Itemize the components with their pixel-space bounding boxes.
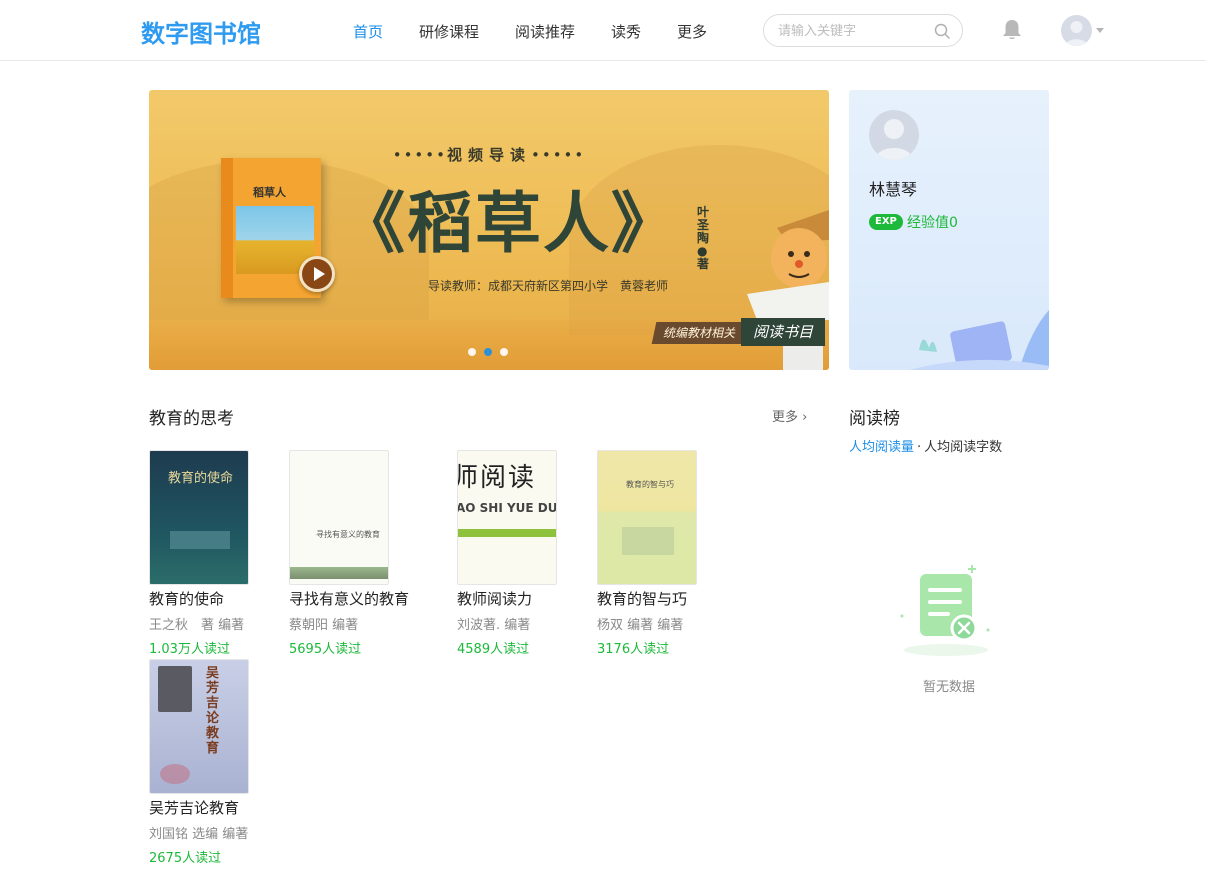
search-box — [763, 14, 963, 47]
book-cover[interactable]: 教育的使命 — [149, 450, 249, 585]
more-link[interactable]: 更多 › — [772, 406, 807, 425]
search-icon[interactable] — [934, 23, 950, 39]
hero-banner[interactable]: •••••视频导读••••• 《稻草人》 叶圣陶●著 导读教师：成都天府新区第四… — [149, 90, 829, 370]
avatar-placeholder-icon — [875, 119, 913, 160]
book-author: 王之秋 著 编著 — [149, 618, 245, 633]
book-card[interactable]: 吴芳吉论教育 吴芳吉论教育 刘国铭 选编 编著 2675人读过 — [149, 659, 279, 869]
cover-field-decoration — [290, 567, 388, 579]
empty-data-icon — [900, 565, 990, 656]
user-avatar-small[interactable] — [1061, 15, 1092, 46]
bell-icon[interactable] — [1001, 18, 1023, 42]
book-cover[interactable]: 吴芳吉论教育 — [149, 659, 249, 794]
banner-book-title: 稻草人 — [253, 186, 286, 199]
book-title: 教育的使命 — [149, 590, 225, 608]
cover-title: 教育的智与巧 — [626, 480, 674, 489]
book-title: 吴芳吉论教育 — [149, 799, 240, 817]
book-card[interactable]: 教育的智与巧 教育的智与巧 杨双 编著 编著 3176人读过 — [597, 450, 727, 660]
nav-item-duxiu[interactable]: 读秀 — [611, 21, 641, 42]
search-input[interactable] — [778, 22, 928, 40]
book-card[interactable]: 教育的使命 教育的使命 王之秋 著 编著 1.03万人读过 — [149, 450, 279, 660]
book-title: 教育的智与巧 — [597, 590, 688, 608]
cover-stripe — [458, 529, 556, 537]
chevron-right-icon: › — [802, 410, 808, 425]
book-read-count: 5695人读过 — [289, 642, 362, 657]
banner-tag-textbook: 统编教材相关 — [651, 322, 749, 344]
banner-author: 叶圣陶●著 — [697, 205, 710, 271]
book-read-count: 4589人读过 — [457, 642, 530, 657]
book-author: 蔡朝阳 编著 — [289, 618, 359, 633]
user-profile-card: 林慧琴 EXP 经验值0 — [849, 90, 1049, 370]
top-header: 数字图书馆 首页 研修课程 阅读推荐 读秀 更多 — [0, 0, 1206, 61]
book-cover[interactable]: 寻找有意义的教育 — [289, 450, 389, 585]
exp-badge: EXP — [869, 214, 903, 230]
tab-separator: · — [917, 440, 922, 455]
book-title: 教师阅读力 — [457, 590, 533, 608]
ranking-title: 阅读榜 — [849, 409, 900, 429]
nav-item-home[interactable]: 首页 — [353, 21, 383, 42]
empty-data-text: 暂无数据 — [922, 680, 975, 695]
book-cover[interactable]: 师阅读 AO SHI YUE DU — [457, 450, 557, 585]
nav-item-courses[interactable]: 研修课程 — [419, 21, 479, 42]
book-cover[interactable]: 教育的智与巧 — [597, 450, 697, 585]
carousel-dot[interactable] — [500, 348, 508, 356]
carousel-dot-active[interactable] — [484, 348, 492, 356]
book-card[interactable]: 师阅读 AO SHI YUE DU 教师阅读力 刘波著. 编著 4589人读过 — [457, 450, 587, 660]
exp-value: 经验值0 — [907, 215, 958, 231]
book-author: 刘波著. 编著 — [457, 618, 531, 633]
book-spine — [221, 158, 233, 298]
book-read-count: 2675人读过 — [149, 851, 222, 866]
carousel-dot[interactable] — [468, 348, 476, 356]
nav-item-more[interactable]: 更多 — [677, 21, 707, 42]
ranking-tabs: 人均阅读量 · 人均阅读字数 — [849, 436, 1002, 455]
cover-title: 吴芳吉论教育 — [206, 666, 220, 756]
cover-image-decoration — [622, 527, 674, 555]
book-read-count: 1.03万人读过 — [149, 642, 230, 657]
book-read-count: 3176人读过 — [597, 642, 670, 657]
cover-ship-decoration — [170, 531, 230, 549]
user-name: 林慧琴 — [869, 180, 918, 199]
cover-title: 教育的使命 — [168, 471, 234, 486]
nav-item-reading-recommend[interactable]: 阅读推荐 — [515, 21, 575, 42]
section-title: 教育的思考 — [149, 409, 234, 429]
cover-subtitle: AO SHI YUE DU — [457, 501, 557, 515]
site-logo[interactable]: 数字图书馆 — [141, 14, 261, 49]
card-decoration — [909, 310, 1049, 370]
banner-title: 《稻草人》 — [339, 185, 679, 262]
tab-avg-words[interactable]: 人均阅读字数 — [924, 440, 1002, 455]
cover-flower-decoration — [160, 764, 190, 784]
book-title: 寻找有意义的教育 — [289, 590, 410, 608]
tab-avg-reads[interactable]: 人均阅读量 — [849, 440, 914, 455]
book-author: 刘国铭 选编 编著 — [149, 827, 249, 842]
avatar-placeholder-icon — [1065, 21, 1088, 46]
play-icon[interactable] — [299, 256, 335, 292]
user-avatar[interactable] — [869, 110, 919, 160]
banner-tag-reading-list: 阅读书目 — [741, 318, 826, 346]
cover-portrait — [158, 666, 192, 712]
book-card[interactable]: 寻找有意义的教育 寻找有意义的教育 蔡朝阳 编著 5695人读过 — [289, 450, 419, 660]
cover-title: 寻找有意义的教育 — [316, 530, 380, 539]
more-link-label: 更多 — [772, 410, 799, 425]
book-author: 杨双 编著 编著 — [597, 618, 684, 633]
caret-down-icon[interactable] — [1096, 28, 1104, 33]
cover-title: 师阅读 — [457, 463, 537, 493]
